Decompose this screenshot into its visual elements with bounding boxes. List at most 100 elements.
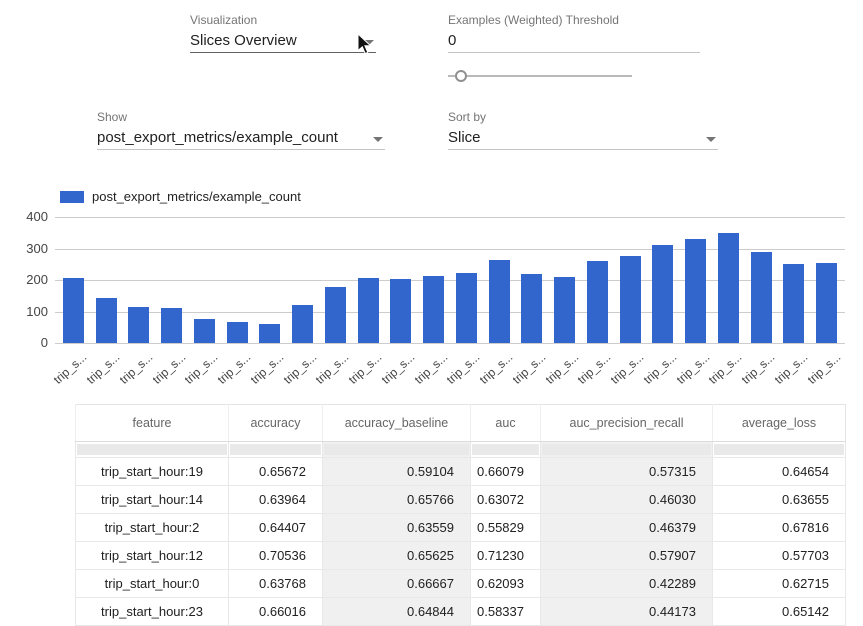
table-cell: 0.65766	[323, 486, 471, 514]
x-axis-label: trip_s...	[367, 350, 417, 397]
table-row: trip_start_hour:190.656720.591040.660790…	[76, 458, 846, 486]
sort-by-select[interactable]: Slice	[448, 128, 718, 150]
bar[interactable]	[489, 260, 510, 343]
bar[interactable]	[587, 261, 608, 343]
table-cell: 0.70536	[229, 542, 323, 570]
x-axis-label: trip_s...	[138, 350, 188, 397]
bar[interactable]	[390, 279, 411, 343]
x-axis-label: trip_s...	[72, 350, 122, 397]
table-cell: trip_start_hour:0	[76, 570, 229, 598]
y-axis-label: 200	[14, 272, 48, 287]
bar[interactable]	[358, 278, 379, 343]
column-header-feature[interactable]: feature	[76, 405, 229, 442]
table-cell: 0.63559	[323, 514, 471, 542]
column-filter-input[interactable]	[324, 444, 469, 455]
visualization-select[interactable]: Slices Overview	[190, 31, 376, 53]
table-cell: 0.57703	[713, 542, 846, 570]
x-axis-label: trip_s...	[596, 350, 646, 397]
x-axis-label: trip_s...	[498, 350, 548, 397]
x-axis-label: trip_s...	[793, 350, 843, 397]
column-header-accuracy[interactable]: accuracy	[229, 405, 323, 442]
visualization-select-value: Slices Overview	[190, 32, 297, 49]
filter-cell	[541, 442, 713, 458]
table-row: trip_start_hour:140.639640.657660.630720…	[76, 486, 846, 514]
table-cell: 0.58337	[471, 598, 541, 626]
chevron-down-icon	[706, 137, 716, 142]
x-axis-label: trip_s...	[433, 350, 483, 397]
bar[interactable]	[718, 233, 739, 343]
x-axis-label: trip_s...	[564, 350, 614, 397]
x-axis-label: trip_s...	[302, 350, 352, 397]
y-axis-label: 0	[14, 335, 48, 350]
threshold-label: Examples (Weighted) Threshold	[448, 13, 619, 27]
chart-legend: post_export_metrics/example_count	[60, 189, 301, 204]
bar[interactable]	[554, 277, 575, 343]
column-header-auc_precision_recall[interactable]: auc_precision_recall	[541, 405, 713, 442]
table-cell: 0.66667	[323, 570, 471, 598]
column-filter-input[interactable]	[714, 444, 844, 455]
bar[interactable]	[751, 252, 772, 343]
filter-cell	[229, 442, 323, 458]
column-header-average_loss[interactable]: average_loss	[713, 405, 846, 442]
bar[interactable]	[816, 263, 837, 343]
table-cell: 0.42289	[541, 570, 713, 598]
x-axis-label: trip_s...	[171, 350, 221, 397]
bar[interactable]	[783, 264, 804, 343]
table-header-row: featureaccuracyaccuracy_baselineaucauc_p…	[76, 405, 846, 442]
chevron-down-icon	[373, 137, 383, 142]
table-cell: trip_start_hour:2	[76, 514, 229, 542]
x-axis-label: trip_s...	[269, 350, 319, 397]
bar[interactable]	[423, 276, 444, 343]
bar[interactable]	[652, 245, 673, 343]
bar[interactable]	[620, 256, 641, 343]
bar[interactable]	[128, 307, 149, 343]
show-select[interactable]: post_export_metrics/example_count	[97, 128, 385, 150]
show-label: Show	[97, 110, 127, 124]
bar[interactable]	[259, 324, 280, 343]
x-axis-label: trip_s...	[727, 350, 777, 397]
bar[interactable]	[456, 273, 477, 343]
table-filter-row	[76, 442, 846, 458]
bar[interactable]	[521, 274, 542, 343]
column-header-auc[interactable]: auc	[471, 405, 541, 442]
mouse-cursor-icon	[356, 33, 372, 55]
sort-by-select-value: Slice	[448, 129, 481, 146]
column-filter-input[interactable]	[542, 444, 711, 455]
bar[interactable]	[161, 308, 182, 343]
threshold-slider[interactable]	[448, 69, 632, 83]
bar[interactable]	[194, 319, 215, 343]
table-row: trip_start_hour:120.705360.656250.712300…	[76, 542, 846, 570]
y-axis-label: 400	[14, 209, 48, 224]
column-filter-input[interactable]	[230, 444, 321, 455]
table-cell: 0.63655	[713, 486, 846, 514]
column-filter-input[interactable]	[77, 444, 227, 455]
x-axis-label: trip_s...	[236, 350, 286, 397]
table-cell: 0.66016	[229, 598, 323, 626]
slider-track	[448, 75, 632, 77]
bar[interactable]	[325, 287, 346, 343]
gridline	[55, 343, 845, 344]
table-cell: trip_start_hour:14	[76, 486, 229, 514]
y-axis-label: 100	[14, 304, 48, 319]
bar[interactable]	[227, 322, 248, 343]
bar[interactable]	[63, 278, 84, 343]
bar[interactable]	[96, 298, 117, 343]
slider-thumb[interactable]	[455, 70, 467, 82]
table-cell: 0.46379	[541, 514, 713, 542]
table-cell: 0.46030	[541, 486, 713, 514]
column-filter-input[interactable]	[472, 444, 539, 455]
column-header-accuracy_baseline[interactable]: accuracy_baseline	[323, 405, 471, 442]
bar[interactable]	[292, 305, 313, 343]
table-cell: 0.63964	[229, 486, 323, 514]
bar[interactable]	[685, 239, 706, 343]
legend-swatch	[60, 191, 84, 203]
table-cell: 0.64654	[713, 458, 846, 486]
table-cell: 0.64407	[229, 514, 323, 542]
table-cell: 0.62093	[471, 570, 541, 598]
x-axis-label: trip_s...	[760, 350, 810, 397]
table-cell: 0.67816	[713, 514, 846, 542]
table-cell: 0.62715	[713, 570, 846, 598]
threshold-input[interactable]: 0	[448, 31, 700, 53]
table-cell: 0.65142	[713, 598, 846, 626]
x-axis-label: trip_s...	[334, 350, 384, 397]
